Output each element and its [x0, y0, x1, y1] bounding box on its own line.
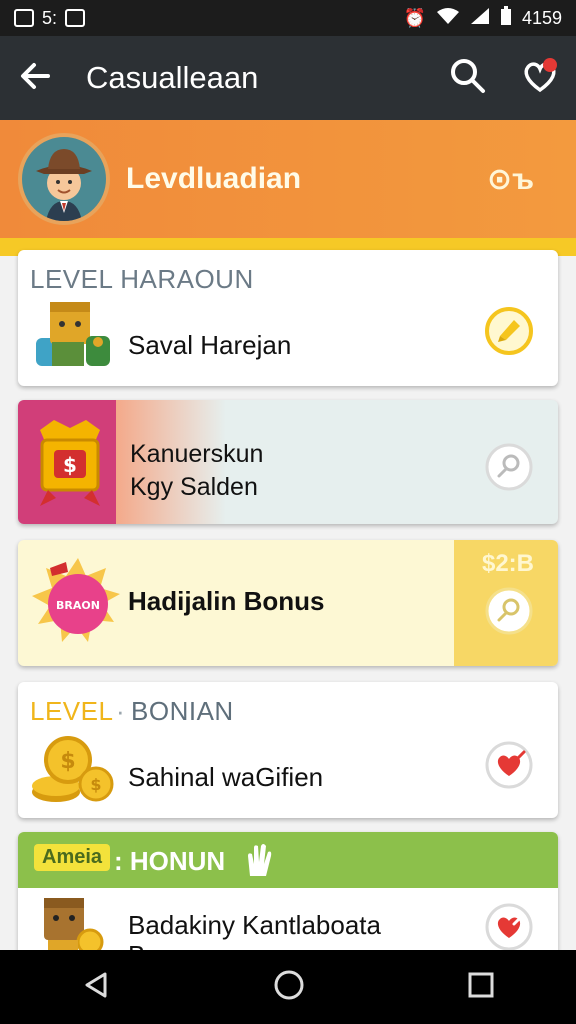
- card-title: Sahinal waGifien: [128, 762, 324, 792]
- nav-back-icon[interactable]: [81, 970, 111, 1005]
- profile-name: Levdluadian: [126, 162, 302, 195]
- search-circle-icon[interactable]: [484, 586, 534, 641]
- profile-badge[interactable]: ⊙ъ: [487, 162, 534, 197]
- svg-text:$: $: [90, 775, 101, 794]
- card-title: Hadijalin Bonus: [128, 586, 325, 616]
- edit-icon[interactable]: [484, 306, 534, 361]
- search-circle-icon[interactable]: [484, 442, 534, 497]
- app-title: Casualleaan: [86, 60, 259, 95]
- level-card-4[interactable]: LEVEL · BONIAN $ $ Sahinal waGifien: [18, 682, 558, 818]
- svg-text:$: $: [60, 749, 75, 774]
- bonus-side-value: $2:B: [481, 550, 534, 577]
- bonus-ball-icon: BRAON: [28, 554, 128, 657]
- card-line-1: Kanuerskun: [130, 440, 264, 468]
- wifi-icon: [436, 7, 460, 30]
- level-card-1[interactable]: LEVEL HARAOUN Saval Harejan: [18, 250, 558, 386]
- card-label-level: LEVEL: [30, 696, 114, 726]
- back-arrow-icon[interactable]: [18, 59, 52, 98]
- svg-text:$: $: [63, 453, 77, 477]
- card-title: Badakiny Kantlaboata: [128, 910, 381, 940]
- nav-recents-icon[interactable]: [467, 971, 495, 1004]
- favorites-heart-icon[interactable]: [522, 57, 558, 99]
- honor-card-5[interactable]: Ameia : HONUN Badakiny Kantlaboata Ba...: [18, 832, 558, 962]
- battery-icon: [500, 5, 512, 31]
- card-label-dot: ·: [116, 696, 126, 726]
- app-bar: Casualleaan: [0, 36, 576, 120]
- status-right-text: 4159: [521, 7, 562, 28]
- heart-check-icon[interactable]: [484, 740, 534, 795]
- image-notification-icon: [14, 9, 34, 27]
- bonus-ball-text: BRAON: [56, 599, 100, 612]
- gold-coins-icon: $ $: [30, 732, 118, 811]
- box-character-icon: [32, 298, 114, 377]
- alarm-icon: ⏰: [403, 7, 426, 28]
- avatar[interactable]: [18, 133, 110, 225]
- signal-icon: [470, 7, 490, 30]
- reward-card-2[interactable]: $ Kanuerskun Kgy Salden: [18, 400, 558, 524]
- card-label: LEVEL HARAOUN: [30, 264, 254, 294]
- card-header-text: : HONUN: [114, 846, 226, 876]
- bonus-card-3[interactable]: BRAON Hadijalin Bonus $2:B: [18, 540, 558, 666]
- app-notification-icon: [65, 9, 86, 27]
- status-time-left: 5:: [42, 7, 58, 28]
- system-nav-bar: [0, 950, 576, 1024]
- money-bag-badge-icon: $: [34, 416, 106, 513]
- status-bar: 5: ⏰ 4159: [0, 0, 576, 36]
- heart-check-icon[interactable]: [484, 902, 534, 957]
- nav-home-icon[interactable]: [273, 969, 305, 1006]
- tag-chip: Ameia: [34, 844, 111, 871]
- profile-header: Levdluadian ⊙ъ: [0, 120, 576, 238]
- card-label-rest: BONIAN: [131, 696, 234, 726]
- search-icon[interactable]: [450, 58, 486, 99]
- card-line-2: Kgy Salden: [130, 473, 258, 501]
- card-title: Saval Harejan: [128, 330, 292, 360]
- hand-icon: [242, 842, 274, 883]
